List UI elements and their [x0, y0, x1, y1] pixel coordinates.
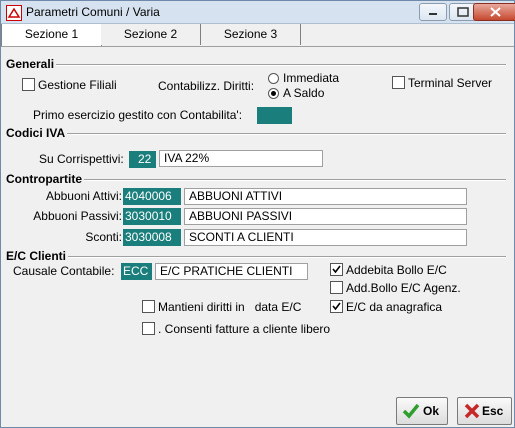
generali-divider [6, 64, 506, 66]
tab-sezione-1[interactable]: Sezione 1 [1, 24, 102, 46]
abbuoni-passivi-code-field[interactable]: 3030010 [123, 208, 181, 225]
immediata-radio[interactable] [268, 73, 279, 84]
checkmark-icon [402, 403, 420, 419]
da-anagrafica-checkbox[interactable] [330, 300, 343, 313]
tab-sezione-3[interactable]: Sezione 3 [201, 24, 301, 45]
ec-divider [6, 256, 506, 258]
abbuoni-attivi-label: Abbuoni Attivi: [45, 189, 122, 203]
causale-desc-field: E/C PRATICHE CLIENTI [155, 263, 308, 280]
primo-esercizio-label: Primo esercizio gestito con Contabilita'… [33, 108, 243, 122]
addebita-bollo-checkbox[interactable] [330, 263, 343, 276]
terminal-server-label: Terminal Server [408, 76, 493, 90]
mantieni-label: Mantieni diritti in data E/C [158, 300, 302, 314]
abbuoni-attivi-code-field[interactable]: 4040006 [123, 188, 181, 205]
corrispettivi-label: Su Corrispettivi: [39, 152, 124, 166]
close-button[interactable] [473, 3, 515, 21]
addebita-bollo-label: Addebita Bollo E/C [346, 263, 447, 277]
ok-button[interactable]: Ok [396, 397, 448, 425]
abbuoni-attivi-desc-field: ABBUONI ATTIVI [184, 188, 467, 205]
ec-title: E/C Clienti [6, 249, 69, 263]
contab-diritti-label: Contabilizz. Diritti: [158, 79, 255, 93]
add-bollo-agenz-label: Add.Bollo E/C Agenz. [346, 281, 461, 295]
primo-esercizio-field[interactable] [257, 107, 292, 124]
minimize-button[interactable] [419, 3, 447, 21]
app-icon [6, 5, 22, 21]
ok-button-label: Ok [423, 404, 440, 418]
causale-code-field[interactable]: ECC [121, 263, 152, 280]
gestione-filiali-label: Gestione Filiali [38, 78, 117, 92]
abbuoni-passivi-label: Abbuoni Passivi: [33, 209, 122, 223]
saldo-label: A Saldo [283, 86, 325, 100]
esc-button-label: Esc [482, 404, 504, 418]
window: Parametri Comuni / Varia Sezione 1 Sezio… [0, 0, 515, 428]
esc-button[interactable]: Esc [457, 397, 512, 425]
title-bar: Parametri Comuni / Varia [1, 1, 515, 24]
corrispettivi-code-field[interactable]: 22 [129, 151, 156, 168]
generali-title: Generali [6, 57, 57, 71]
sconti-label: Sconti: [85, 230, 122, 244]
sconti-code-field[interactable]: 3030008 [123, 229, 181, 246]
tab-sezione-2[interactable]: Sezione 2 [101, 24, 201, 45]
saldo-radio[interactable] [268, 88, 279, 99]
abbuoni-passivi-desc-field: ABBUONI PASSIVI [184, 208, 467, 225]
iva-title: Codici IVA [6, 126, 68, 140]
cross-icon [464, 403, 480, 419]
sconti-desc-field: SCONTI A CLIENTI [184, 229, 467, 246]
tab-bar: Sezione 1 Sezione 2 Sezione 3 [1, 24, 514, 47]
gestione-filiali-checkbox[interactable] [22, 78, 35, 91]
window-title: Parametri Comuni / Varia [26, 5, 160, 19]
mantieni-checkbox[interactable] [142, 300, 155, 313]
causale-label: Causale Contabile: [13, 264, 115, 278]
da-anagrafica-label: E/C da anagrafica [346, 300, 443, 314]
iva-divider [6, 133, 506, 135]
add-bollo-agenz-checkbox[interactable] [330, 281, 343, 294]
corrispettivi-desc-field: IVA 22% [159, 150, 323, 167]
consenti-label: . Consenti fatture a cliente libero [158, 322, 331, 336]
contropartite-title: Contropartite [6, 172, 84, 186]
immediata-label: Immediata [283, 71, 340, 85]
terminal-server-checkbox[interactable] [392, 76, 405, 89]
consenti-checkbox[interactable] [142, 322, 155, 335]
